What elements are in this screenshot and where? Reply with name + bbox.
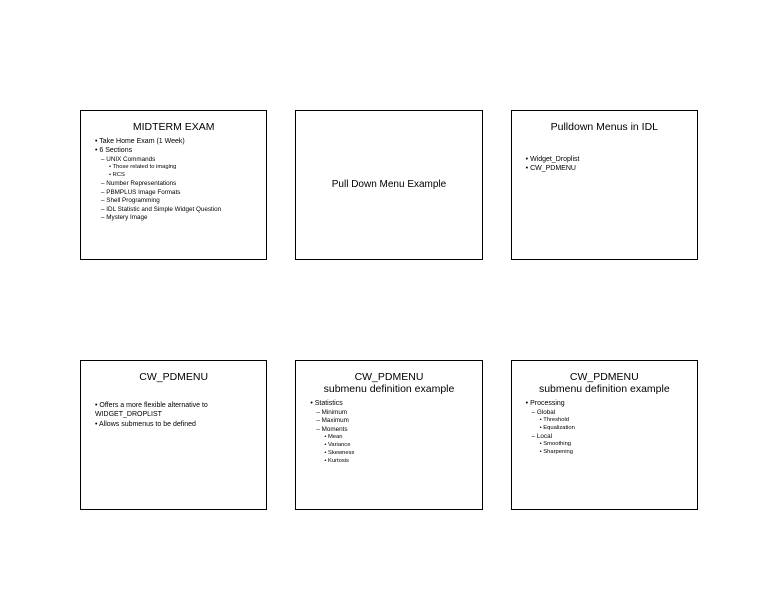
slide-title: MIDTERM EXAM	[91, 121, 256, 133]
bullet: CW_PDMENU	[522, 164, 687, 173]
bullet: Statistics	[306, 399, 471, 408]
sub-bullet: Minimum	[306, 409, 471, 418]
sub-bullet: Local	[522, 433, 687, 442]
title-line-2: submenu definition example	[539, 383, 670, 395]
sub-bullet: PBMPLUS Image Formats	[91, 189, 256, 198]
slide-row-1: MIDTERM EXAM Take Home Exam (1 Week) 6 S…	[80, 110, 698, 260]
bullet: Processing	[522, 399, 687, 408]
subsub-bullet: Variance	[306, 442, 471, 450]
sub-list: Minimum Maximum Moments	[306, 409, 471, 435]
centered-title-wrap: Pull Down Menu Example	[306, 119, 471, 251]
sub-bullet: UNIX Commands	[91, 156, 256, 165]
subsub-list: Smoothing Sharpening	[522, 441, 687, 457]
subsub-bullet: Skewness	[306, 450, 471, 458]
slide-title: Pull Down Menu Example	[332, 179, 447, 190]
sub-list: Number Representations PBMPLUS Image For…	[91, 180, 256, 223]
subsub-bullet: Kurtosis	[306, 458, 471, 466]
bullet-list: Processing	[522, 399, 687, 408]
spacer	[91, 387, 256, 401]
subsub-bullet: Those related to imaging	[91, 164, 256, 172]
bullet-list: Widget_Droplist CW_PDMENU	[522, 155, 687, 174]
sub-bullet: Shell Programming	[91, 197, 256, 206]
slide-cwpdmenu-submenu-stats: CW_PDMENU submenu definition example Sta…	[295, 360, 482, 510]
title-line-1: CW_PDMENU	[570, 371, 639, 383]
slide-midterm-exam: MIDTERM EXAM Take Home Exam (1 Week) 6 S…	[80, 110, 267, 260]
slide-title: CW_PDMENU submenu definition example	[522, 371, 687, 395]
sub-bullet: IDL Statistic and Simple Widget Question	[91, 206, 256, 215]
bullet-list: Statistics	[306, 399, 471, 408]
sub-bullet: Moments	[306, 426, 471, 435]
slide-row-2: CW_PDMENU Offers a more flexible alterna…	[80, 360, 698, 510]
slide-title: Pulldown Menus in IDL	[522, 121, 687, 133]
subsub-list: Threshold Equalization	[522, 417, 687, 433]
slide-cwpdmenu-submenu-proc: CW_PDMENU submenu definition example Pro…	[511, 360, 698, 510]
title-line-2: submenu definition example	[324, 383, 455, 395]
bullet: Allows submenus to be defined	[91, 420, 256, 429]
sub-list: Local	[522, 433, 687, 442]
bullet-list: Take Home Exam (1 Week) 6 Sections	[91, 137, 256, 156]
bullet: 6 Sections	[91, 146, 256, 155]
sub-bullet: Mystery Image	[91, 214, 256, 223]
subsub-bullet: Sharpening	[522, 449, 687, 457]
subsub-bullet: RCS	[91, 172, 256, 180]
sub-list: UNIX Commands	[91, 156, 256, 165]
slide-title: CW_PDMENU	[91, 371, 256, 383]
slide-pulldown-example: Pull Down Menu Example	[295, 110, 482, 260]
subsub-list: Those related to imaging RCS	[91, 164, 256, 180]
slide-pulldown-idl: Pulldown Menus in IDL Widget_Droplist CW…	[511, 110, 698, 260]
bullet-list: Offers a more flexible alternative to WI…	[91, 401, 256, 429]
bullet: Offers a more flexible alternative to WI…	[91, 401, 256, 420]
spacer	[522, 137, 687, 155]
subsub-bullet: Threshold	[522, 417, 687, 425]
handout-page: MIDTERM EXAM Take Home Exam (1 Week) 6 S…	[0, 0, 768, 593]
sub-bullet: Number Representations	[91, 180, 256, 189]
subsub-bullet: Equalization	[522, 425, 687, 433]
sub-list: Global	[522, 409, 687, 418]
subsub-bullet: Smoothing	[522, 441, 687, 449]
title-line-1: CW_PDMENU	[355, 371, 424, 383]
slide-cwpdmenu: CW_PDMENU Offers a more flexible alterna…	[80, 360, 267, 510]
subsub-bullet: Mean	[306, 434, 471, 442]
slide-title: CW_PDMENU submenu definition example	[306, 371, 471, 395]
sub-bullet: Global	[522, 409, 687, 418]
subsub-list: Mean Variance Skewness Kurtosis	[306, 434, 471, 465]
bullet: Widget_Droplist	[522, 155, 687, 164]
sub-bullet: Maximum	[306, 417, 471, 426]
bullet: Take Home Exam (1 Week)	[91, 137, 256, 146]
